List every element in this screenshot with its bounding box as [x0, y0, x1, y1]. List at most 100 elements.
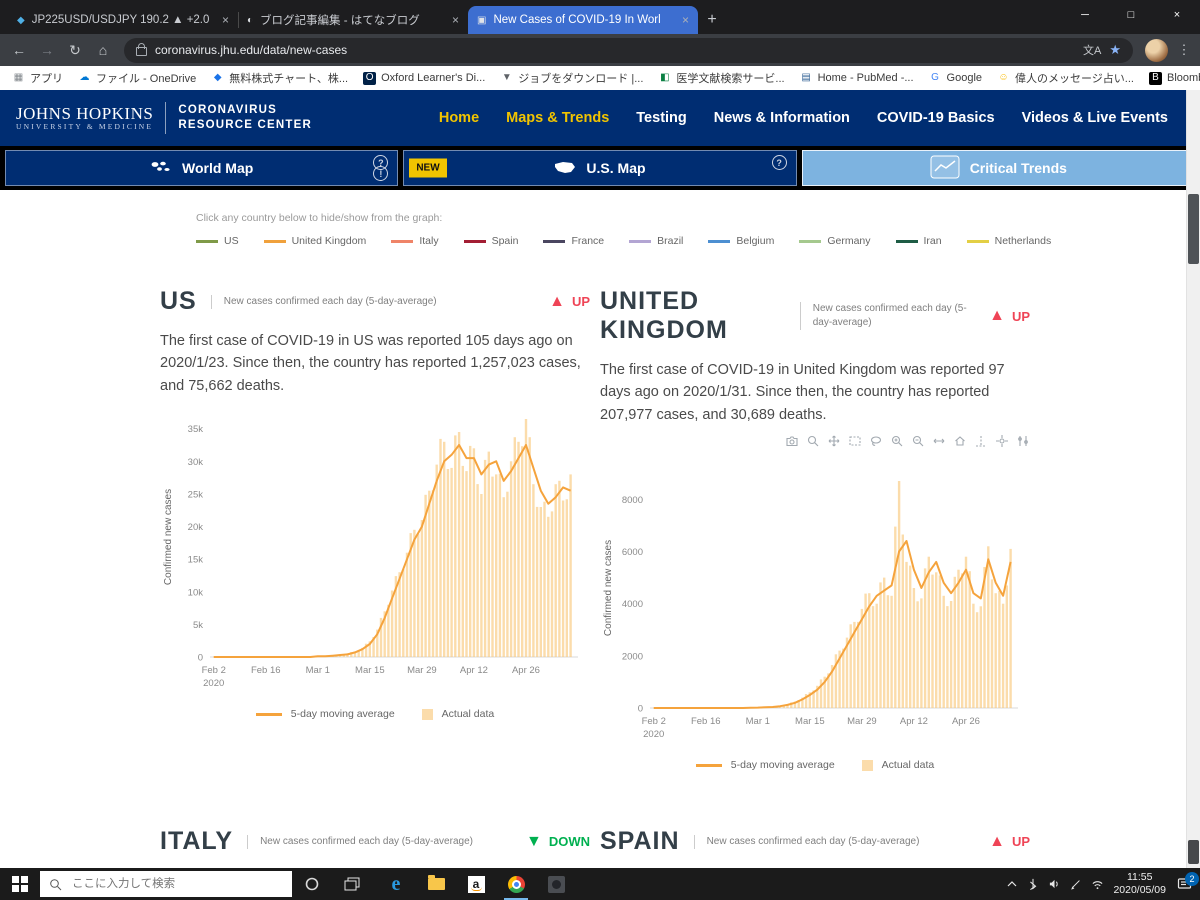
- edge-taskbar-button[interactable]: e: [376, 868, 416, 900]
- hover-compare-icon[interactable]: [1016, 434, 1030, 448]
- translate-icon[interactable]: 文A: [1083, 42, 1101, 58]
- zoom-icon[interactable]: [806, 434, 820, 448]
- tab-close-icon[interactable]: ×: [452, 13, 459, 27]
- country-toggle-spain[interactable]: Spain: [463, 235, 518, 247]
- country-toggle-brazil[interactable]: Brazil: [629, 235, 683, 247]
- search-input[interactable]: [70, 877, 254, 891]
- uk-chart[interactable]: Confirmed new cases 0 2000 4000 6000 8000 Feb …: [600, 454, 1030, 757]
- country-toggle-belgium[interactable]: Belgium: [708, 235, 774, 247]
- moving-average-label[interactable]: 5-day moving average: [731, 759, 835, 771]
- zoom-out-icon[interactable]: [911, 434, 925, 448]
- country-toggle-iran[interactable]: Iran: [895, 235, 942, 247]
- info-icon[interactable]: !: [373, 166, 389, 181]
- cortana-button[interactable]: [292, 868, 332, 900]
- bookmark-item[interactable]: ◧ 医学文献検索サービ...: [658, 70, 784, 86]
- volume-icon[interactable]: [1048, 878, 1061, 890]
- jhu-logo[interactable]: JOHNS HOPKINS UNIVERSITY & MEDICINE: [16, 103, 154, 132]
- us-chart[interactable]: Confirmed new cases 0 5k 10k 15k 20k 25k 30k 35k…: [160, 403, 590, 706]
- profile-avatar[interactable]: [1145, 38, 1168, 62]
- close-button[interactable]: ×: [1154, 0, 1200, 30]
- bookmark-star-icon[interactable]: ★: [1109, 42, 1121, 58]
- address-bar[interactable]: coronavirus.jhu.edu/data/new-cases 文A ★: [124, 37, 1133, 63]
- section-header: ITALY New cases confirmed each day (5-da…: [160, 827, 590, 856]
- new-tab-button[interactable]: +: [698, 6, 726, 34]
- bookmark-item[interactable]: G Google: [929, 70, 982, 86]
- nav-item-maps-trends[interactable]: Maps & Trends: [506, 110, 609, 126]
- amazon-taskbar-button[interactable]: a: [456, 868, 496, 900]
- bookmark-item[interactable]: ☺ 偉人のメッセージ占い...: [997, 70, 1134, 86]
- lasso-icon[interactable]: [869, 434, 883, 448]
- maximize-button[interactable]: □: [1108, 0, 1154, 30]
- help-icon[interactable]: ?: [771, 155, 787, 170]
- toggle-spikelines-icon[interactable]: [974, 434, 988, 448]
- site-brand[interactable]: CORONAVIRUS RESOURCE CENTER: [178, 103, 312, 133]
- bookmark-item[interactable]: ☁ ファイル - OneDrive: [78, 70, 197, 86]
- pan-icon[interactable]: [827, 434, 841, 448]
- bluetooth-icon[interactable]: [1027, 878, 1039, 891]
- nav-item-videos-live-events[interactable]: Videos & Live Events: [1022, 110, 1168, 126]
- actual-data-label[interactable]: Actual data: [882, 759, 935, 771]
- tab-close-icon[interactable]: ×: [682, 13, 689, 27]
- back-button[interactable]: ←: [6, 42, 32, 58]
- critical-trends-button[interactable]: Critical Trends: [801, 150, 1195, 186]
- browser-tab[interactable]: ◆ JP225USD/USDJPY 190.2 ▲ +2.0 ×: [8, 6, 238, 34]
- minimize-button[interactable]: ─: [1062, 0, 1108, 30]
- us-map-icon: [554, 160, 576, 177]
- task-view-button[interactable]: [332, 868, 372, 900]
- home-button[interactable]: ⌂: [90, 42, 116, 58]
- world-map-button[interactable]: World Map ? !: [5, 150, 399, 186]
- bookmark-item[interactable]: ▦ アプリ: [12, 70, 63, 86]
- jhu-logo-line1: JOHNS HOPKINS: [16, 103, 154, 123]
- svg-text:2000: 2000: [622, 652, 643, 663]
- trading-icon: ◆: [17, 14, 25, 26]
- bookmark-label: Home - PubMed -...: [817, 72, 914, 84]
- tab-close-icon[interactable]: ×: [222, 13, 229, 27]
- country-toggle-netherlands[interactable]: Netherlands: [966, 235, 1051, 247]
- nav-item-testing[interactable]: Testing: [636, 110, 686, 126]
- bookmark-item[interactable]: ▼ ジョブをダウンロード |...: [500, 70, 644, 86]
- reset-axes-icon[interactable]: [953, 434, 967, 448]
- svg-text:0: 0: [198, 653, 203, 664]
- country-toggle-united-kingdom[interactable]: United Kingdom: [263, 235, 366, 247]
- plotly-modebar: [600, 434, 1030, 448]
- nav-item-news-information[interactable]: News & Information: [714, 110, 850, 126]
- browser-tab[interactable]: ◐ ブログ記事編集 - はてなブログ ×: [238, 6, 468, 34]
- country-toggle-france[interactable]: France: [543, 235, 604, 247]
- svg-text:10k: 10k: [188, 588, 204, 599]
- dark-app-taskbar-button[interactable]: [536, 868, 576, 900]
- scrollbar-thumb[interactable]: [1188, 194, 1199, 264]
- chrome-taskbar-button[interactable]: [496, 868, 536, 900]
- box-select-icon[interactable]: [848, 434, 862, 448]
- forward-button[interactable]: →: [34, 42, 60, 58]
- hover-closest-icon[interactable]: [995, 434, 1009, 448]
- start-button[interactable]: [0, 868, 40, 900]
- us-map-button[interactable]: NEW U.S. Map ?: [403, 150, 797, 186]
- taskbar-clock[interactable]: 11:55 2020/05/09: [1113, 871, 1166, 897]
- nav-item-home[interactable]: Home: [439, 110, 479, 126]
- camera-icon[interactable]: [785, 434, 799, 448]
- nav-item-covid-19-basics[interactable]: COVID-19 Basics: [877, 110, 995, 126]
- bookmark-item[interactable]: ◆ 無料株式チャート、株...: [211, 70, 348, 86]
- pen-icon[interactable]: [1070, 878, 1082, 890]
- moving-average-label[interactable]: 5-day moving average: [291, 708, 395, 720]
- browser-tab[interactable]: ▣ New Cases of COVID-19 In Worl ×: [468, 6, 698, 34]
- actual-data-label[interactable]: Actual data: [442, 708, 495, 720]
- scrollbar-down-region[interactable]: [1188, 840, 1199, 864]
- zoom-in-icon[interactable]: [890, 434, 904, 448]
- chevron-up-icon[interactable]: [1006, 879, 1018, 889]
- file-explorer-taskbar-button[interactable]: [416, 868, 456, 900]
- autoscale-icon[interactable]: [932, 434, 946, 448]
- task-view-icon: [344, 877, 360, 891]
- bookmark-item[interactable]: O Oxford Learner's Di...: [363, 70, 485, 86]
- reload-button[interactable]: ↻: [62, 42, 88, 59]
- page-scrollbar[interactable]: [1186, 90, 1200, 868]
- country-toggle-us[interactable]: US: [196, 235, 239, 247]
- bookmark-item[interactable]: B Bloomberg.co.jp: [1148, 70, 1200, 86]
- country-toggle-italy[interactable]: Italy: [391, 235, 439, 247]
- browser-menu-icon[interactable]: ⋮: [1174, 42, 1194, 58]
- taskbar-search[interactable]: [40, 871, 292, 897]
- action-center-button[interactable]: 2: [1177, 872, 1199, 891]
- wifi-icon[interactable]: [1091, 879, 1104, 890]
- country-toggle-germany[interactable]: Germany: [799, 235, 871, 247]
- bookmark-item[interactable]: ▤ Home - PubMed -...: [800, 70, 914, 86]
